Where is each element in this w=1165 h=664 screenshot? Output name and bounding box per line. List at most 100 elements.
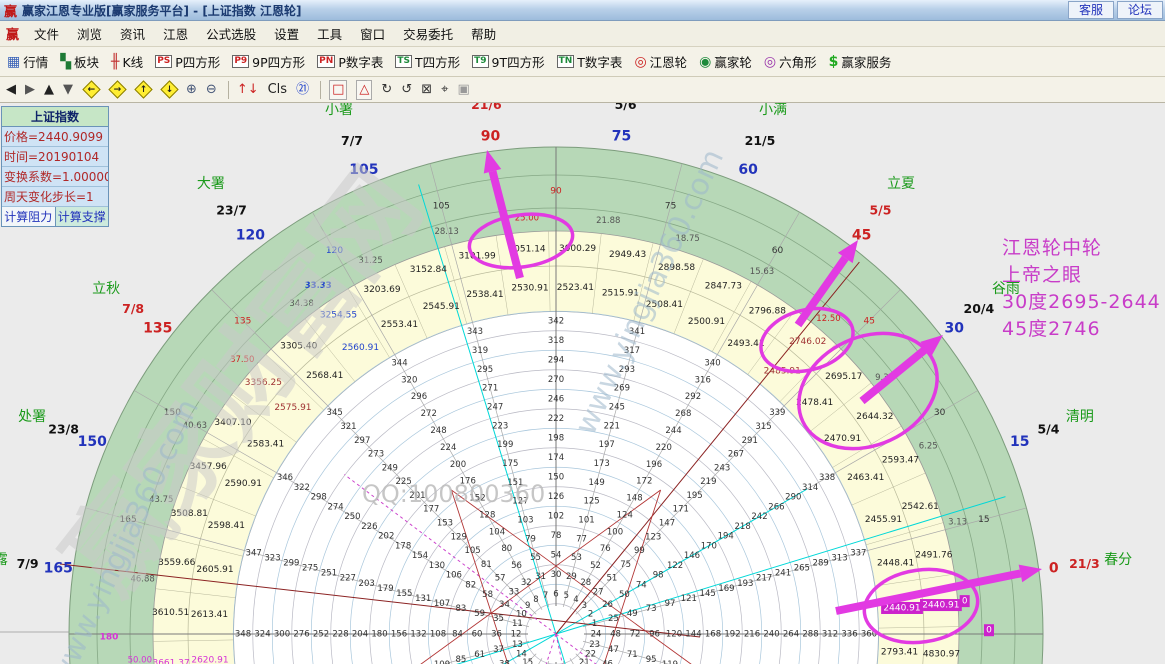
menu-item-浏览[interactable]: 浏览 (68, 21, 111, 46)
svg-text:102: 102 (548, 512, 564, 522)
prev-icon[interactable]: ◀ (6, 81, 16, 99)
svg-text:81: 81 (481, 560, 492, 570)
hexagon-button[interactable]: ◎六角形 (761, 50, 820, 73)
9p-square-button[interactable]: P99P四方形 (229, 50, 308, 73)
menu-item-文件[interactable]: 文件 (25, 21, 68, 46)
gann-wheel-button[interactable]: ◎江恩轮 (631, 50, 690, 73)
menu-item-窗口[interactable]: 窗口 (351, 21, 394, 46)
svg-text:75: 75 (620, 560, 631, 570)
svg-text:267: 267 (728, 450, 744, 460)
svg-text:265: 265 (794, 564, 810, 574)
svg-text:2493.41: 2493.41 (727, 339, 764, 349)
main-toolbar: ▦行情 ▚板块 ╫K线 PSP四方形 P99P四方形 PNP数字表 TST四方形 T99T四方… (0, 47, 1165, 77)
svg-text:216: 216 (744, 630, 760, 640)
annotation-line: 上帝之眼 (1002, 262, 1161, 289)
t-table-button[interactable]: TNT数字表 (554, 50, 626, 73)
svg-text:22: 22 (585, 650, 596, 660)
service-button[interactable]: $赢家服务 (826, 50, 895, 73)
svg-text:97: 97 (665, 599, 676, 609)
svg-text:30: 30 (945, 320, 965, 336)
p-square-button[interactable]: PSP四方形 (152, 50, 223, 73)
svg-text:148: 148 (626, 494, 642, 504)
menu-item-交易委托[interactable]: 交易委托 (394, 21, 462, 46)
clear-icon[interactable]: ▣ (457, 81, 469, 99)
svg-text:54: 54 (551, 551, 562, 561)
up-arrow-icon[interactable]: ▲ (44, 81, 54, 99)
kefu-button[interactable]: 客服 (1068, 1, 1114, 19)
svg-text:20/4: 20/4 (964, 301, 995, 316)
svg-text:立秋: 立秋 (92, 281, 120, 297)
diamond-right-icon[interactable]: → (108, 80, 126, 98)
gann-wheel-chart-area[interactable]: 1234567891011121314151617181920212223242… (0, 103, 1165, 664)
rotate-ccw-icon[interactable]: ↺ (401, 81, 412, 99)
svg-text:153: 153 (437, 518, 453, 528)
crosshair-icon[interactable]: ⌖ (441, 81, 448, 99)
target-red-icon: ◎ (634, 54, 646, 70)
svg-text:179: 179 (377, 584, 393, 594)
menu-item-江恩[interactable]: 江恩 (154, 21, 197, 46)
svg-text:2478.41: 2478.41 (796, 398, 833, 408)
svg-text:268: 268 (675, 409, 691, 419)
svg-text:2644.32: 2644.32 (856, 412, 893, 422)
winner-wheel-button[interactable]: ◉赢家轮 (696, 50, 755, 73)
svg-text:220: 220 (656, 443, 672, 453)
menu-item-帮助[interactable]: 帮助 (462, 21, 505, 46)
down-arrow-icon[interactable]: ▼ (63, 81, 73, 99)
svg-text:2796.88: 2796.88 (749, 307, 786, 317)
triangle-tool-icon[interactable]: △ (356, 80, 372, 100)
hexagon-button-label: 六角形 (779, 52, 817, 71)
svg-text:224: 224 (440, 443, 456, 453)
box-x-icon[interactable]: ⊠ (421, 81, 432, 99)
svg-text:75: 75 (612, 128, 631, 144)
svg-text:2530.91: 2530.91 (511, 283, 548, 293)
next-icon[interactable]: ▶ (25, 81, 35, 99)
svg-text:15: 15 (1010, 434, 1029, 450)
svg-text:149: 149 (589, 478, 605, 488)
gann-wheel-button-label: 江恩轮 (650, 52, 688, 71)
diamond-left-icon[interactable]: ← (82, 80, 100, 98)
forum-button[interactable]: 论坛 (1117, 1, 1163, 19)
sectors-button[interactable]: ▚板块 (57, 50, 102, 73)
zoom-out-icon[interactable]: ⊖ (206, 81, 217, 99)
9t-square-button[interactable]: T99T四方形 (469, 50, 548, 73)
kline-button[interactable]: ╫K线 (108, 50, 146, 73)
rotate-cw-icon[interactable]: ↻ (381, 81, 392, 99)
titlebar-buttons: 客服论坛 (1065, 1, 1163, 19)
t-square-button[interactable]: TST四方形 (392, 50, 463, 73)
svg-text:103: 103 (517, 516, 533, 526)
rect-tool-icon[interactable]: □ (329, 80, 347, 100)
menu-item-公式选股[interactable]: 公式选股 (197, 21, 265, 46)
annotation-line: 30度2695-2644 (1002, 289, 1161, 316)
svg-text:3152.84: 3152.84 (410, 265, 447, 275)
svg-text:15: 15 (978, 515, 989, 525)
svg-text:315: 315 (755, 422, 771, 432)
svg-text:242: 242 (751, 512, 767, 522)
svg-text:336: 336 (841, 630, 857, 640)
svg-text:347: 347 (246, 548, 262, 558)
quotes-button[interactable]: ▦行情 (4, 50, 51, 73)
svg-text:274: 274 (327, 502, 343, 512)
calc-support-button[interactable]: 计算支撑 (56, 207, 109, 226)
svg-text:3: 3 (582, 601, 587, 611)
menu-item-资讯[interactable]: 资讯 (111, 21, 154, 46)
svg-text:171: 171 (673, 505, 689, 515)
svg-text:150: 150 (548, 473, 564, 483)
calendar-icon[interactable]: ㉑ (296, 81, 309, 99)
diamond-down-icon[interactable]: ↓ (160, 80, 178, 98)
zoom-in-icon[interactable]: ⊕ (186, 81, 197, 99)
updown-icon[interactable]: ↑↓ (237, 81, 259, 99)
svg-text:95: 95 (646, 655, 657, 664)
svg-text:147: 147 (659, 518, 675, 528)
svg-text:132: 132 (410, 630, 426, 640)
menu-item-设置[interactable]: 设置 (265, 21, 308, 46)
menu-item-工具[interactable]: 工具 (308, 21, 351, 46)
gann-wheel-svg[interactable]: 1234567891011121314151617181920212223242… (0, 103, 1165, 664)
p-table-button[interactable]: PNP数字表 (314, 50, 386, 73)
svg-text:288: 288 (802, 630, 818, 640)
svg-text:2695.17: 2695.17 (825, 372, 862, 382)
svg-text:2440.91: 2440.91 (883, 603, 920, 613)
svg-text:6: 6 (553, 590, 558, 600)
diamond-up-icon[interactable]: ↑ (134, 80, 152, 98)
calc-resistance-button[interactable]: 计算阻力 (2, 207, 56, 226)
cls-button[interactable]: Cls (268, 81, 287, 99)
